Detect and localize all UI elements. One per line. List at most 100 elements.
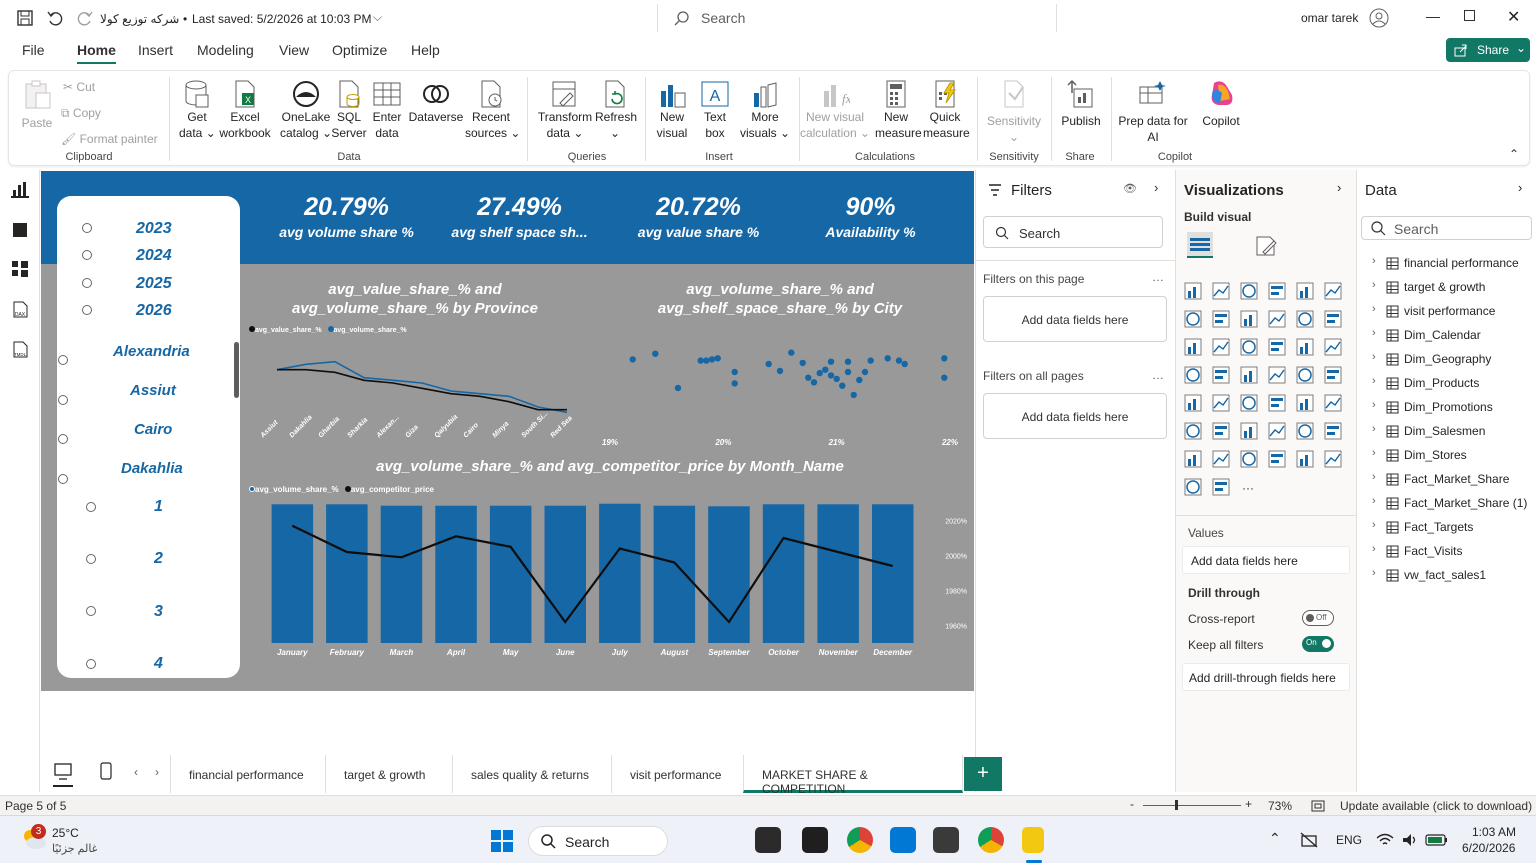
visual-type-icon[interactable] [1324, 282, 1342, 300]
tab-visit-performance[interactable]: visit performance [611, 755, 739, 793]
table-row[interactable]: › Fact_Targets [1357, 517, 1536, 537]
collapse-ribbon-icon[interactable]: ⌃ [1509, 147, 1519, 161]
table-row[interactable]: › Dim_Stores [1357, 445, 1536, 465]
table-row[interactable]: › Dim_Salesmen [1357, 421, 1536, 441]
onelake-catalog-button[interactable]: OneLake catalog ⌄ [276, 79, 336, 141]
chevron-right-icon[interactable]: › [1372, 543, 1376, 555]
visual-type-icon[interactable] [1296, 450, 1314, 468]
redo-icon[interactable] [76, 9, 94, 27]
slicer-number[interactable]: 4 [154, 655, 163, 673]
calculator-icon[interactable] [933, 827, 959, 853]
visual-type-icon[interactable] [1184, 310, 1202, 328]
sql-server-button[interactable]: SQL Server [331, 79, 367, 141]
visual-type-icon[interactable] [1296, 282, 1314, 300]
undo-icon[interactable] [46, 9, 64, 27]
chevron-right-icon[interactable]: › [1372, 351, 1376, 363]
visual-type-icon[interactable] [1212, 310, 1230, 328]
visual-type-icon[interactable] [1240, 282, 1258, 300]
wifi-icon[interactable] [1376, 832, 1394, 848]
cut-button[interactable]: ✂ Cut [63, 79, 95, 95]
chevron-right-icon[interactable]: › [1372, 471, 1376, 483]
tab-sales-quality-returns[interactable]: sales quality & returns [452, 755, 607, 793]
report-view-icon[interactable] [11, 180, 29, 198]
windows-start-icon[interactable] [490, 829, 514, 853]
update-available-link[interactable]: Update available (click to download) [1340, 799, 1532, 813]
save-icon[interactable] [16, 9, 34, 27]
table-row[interactable]: › financial performance [1357, 253, 1536, 273]
more-icon[interactable]: … [1152, 368, 1164, 382]
slicer-radio[interactable] [86, 659, 96, 669]
mobile-layout-icon[interactable] [100, 762, 112, 780]
paste-button[interactable]: Paste [21, 79, 53, 131]
prep-data-ai-button[interactable]: Prep data for AI [1117, 79, 1189, 145]
capcut-icon[interactable] [802, 827, 828, 853]
table-row[interactable]: › Fact_Market_Share (1) [1357, 493, 1536, 513]
visual-type-icon[interactable] [1268, 282, 1286, 300]
slicer-year[interactable]: 2026 [136, 302, 172, 320]
refresh-button[interactable]: Refresh ⌄ [595, 79, 637, 141]
values-drop-zone[interactable]: Add data fields here [1182, 546, 1350, 574]
slicer-radio[interactable] [86, 606, 96, 616]
visual-type-icon[interactable] [1184, 478, 1202, 496]
visual-type-icon[interactable] [1240, 366, 1258, 384]
chrome-icon[interactable] [847, 827, 873, 853]
menu-optimize[interactable]: Optimize [332, 42, 387, 58]
publish-button[interactable]: Publish [1061, 79, 1101, 129]
transform-data-button[interactable]: Transform data ⌄ [537, 79, 593, 141]
slicer-radio[interactable] [86, 554, 96, 564]
chevron-right-icon[interactable]: › [1372, 423, 1376, 435]
slicer-number[interactable]: 1 [154, 498, 163, 516]
dataverse-button[interactable]: Dataverse [408, 79, 464, 125]
chevron-right-icon[interactable]: › [1372, 567, 1376, 579]
drill-through-drop-zone[interactable]: Add drill-through fields here [1182, 663, 1350, 691]
visual-type-icon[interactable] [1212, 450, 1230, 468]
visual-type-icon[interactable]: ··· [1242, 481, 1254, 495]
chevron-right-icon[interactable]: › [1372, 519, 1376, 531]
city-scatter-chart[interactable]: 19% 20% 21% 22% [590, 335, 970, 450]
visual-type-icon[interactable] [1184, 282, 1202, 300]
slicer-scrollbar[interactable] [234, 342, 239, 398]
copy-button[interactable]: ⧉ Copy [61, 105, 101, 121]
chevron-up-icon[interactable]: ⌃ [1269, 830, 1281, 847]
search-box[interactable]: Search [657, 4, 1057, 32]
visual-type-icon[interactable] [1184, 394, 1202, 412]
menu-file[interactable]: File [22, 42, 45, 58]
get-data-button[interactable]: Get data ⌄ [179, 79, 216, 141]
menu-modeling[interactable]: Modeling [197, 42, 254, 58]
visual-type-icon[interactable] [1212, 282, 1230, 300]
new-visual-button[interactable]: New visual [655, 79, 689, 141]
menu-view[interactable]: View [279, 42, 309, 58]
filters-search-input[interactable]: Search [983, 216, 1163, 248]
visual-type-icon[interactable] [1212, 422, 1230, 440]
visual-type-icon[interactable] [1324, 310, 1342, 328]
visual-type-icon[interactable] [1240, 394, 1258, 412]
chevron-right-icon[interactable]: › [1154, 180, 1158, 195]
menu-insert[interactable]: Insert [138, 42, 173, 58]
slicer-province[interactable]: Cairo [134, 421, 172, 438]
visual-type-icon[interactable] [1296, 422, 1314, 440]
download-icon[interactable] [890, 827, 916, 853]
chrome-profile-icon[interactable] [978, 827, 1004, 853]
chevron-right-icon[interactable]: › [1372, 303, 1376, 315]
province-line-chart[interactable]: Assiut Dakahlia Gharbia Sharkia Alexan... Giz… [242, 338, 582, 450]
slicer-radio[interactable] [82, 278, 92, 288]
visual-type-icon[interactable] [1212, 366, 1230, 384]
visual-type-icon[interactable] [1268, 450, 1286, 468]
dax-query-view-icon[interactable]: DAX [10, 300, 30, 320]
chevron-right-icon[interactable]: › [1372, 279, 1376, 291]
chevron-right-icon[interactable]: › [1372, 255, 1376, 267]
chevron-right-icon[interactable]: › [1372, 495, 1376, 507]
visual-type-icon[interactable] [1184, 338, 1202, 356]
new-visual-calculation-button[interactable]: fx New visualcalculation ⌄ [799, 79, 871, 141]
visual-type-icon[interactable] [1324, 422, 1342, 440]
chevron-right-icon[interactable]: › [1372, 375, 1376, 387]
copilot-button[interactable]: Copilot [1191, 79, 1251, 129]
visual-type-icon[interactable] [1324, 450, 1342, 468]
previous-page-icon[interactable]: ‹ [134, 765, 138, 779]
next-page-icon[interactable]: › [155, 765, 159, 779]
slicer-radio[interactable] [58, 474, 68, 484]
visual-type-icon[interactable] [1240, 450, 1258, 468]
minimize-icon[interactable]: — [1426, 8, 1440, 24]
zoom-in-button[interactable]: + [1245, 797, 1252, 811]
table-view-icon[interactable] [12, 222, 28, 238]
